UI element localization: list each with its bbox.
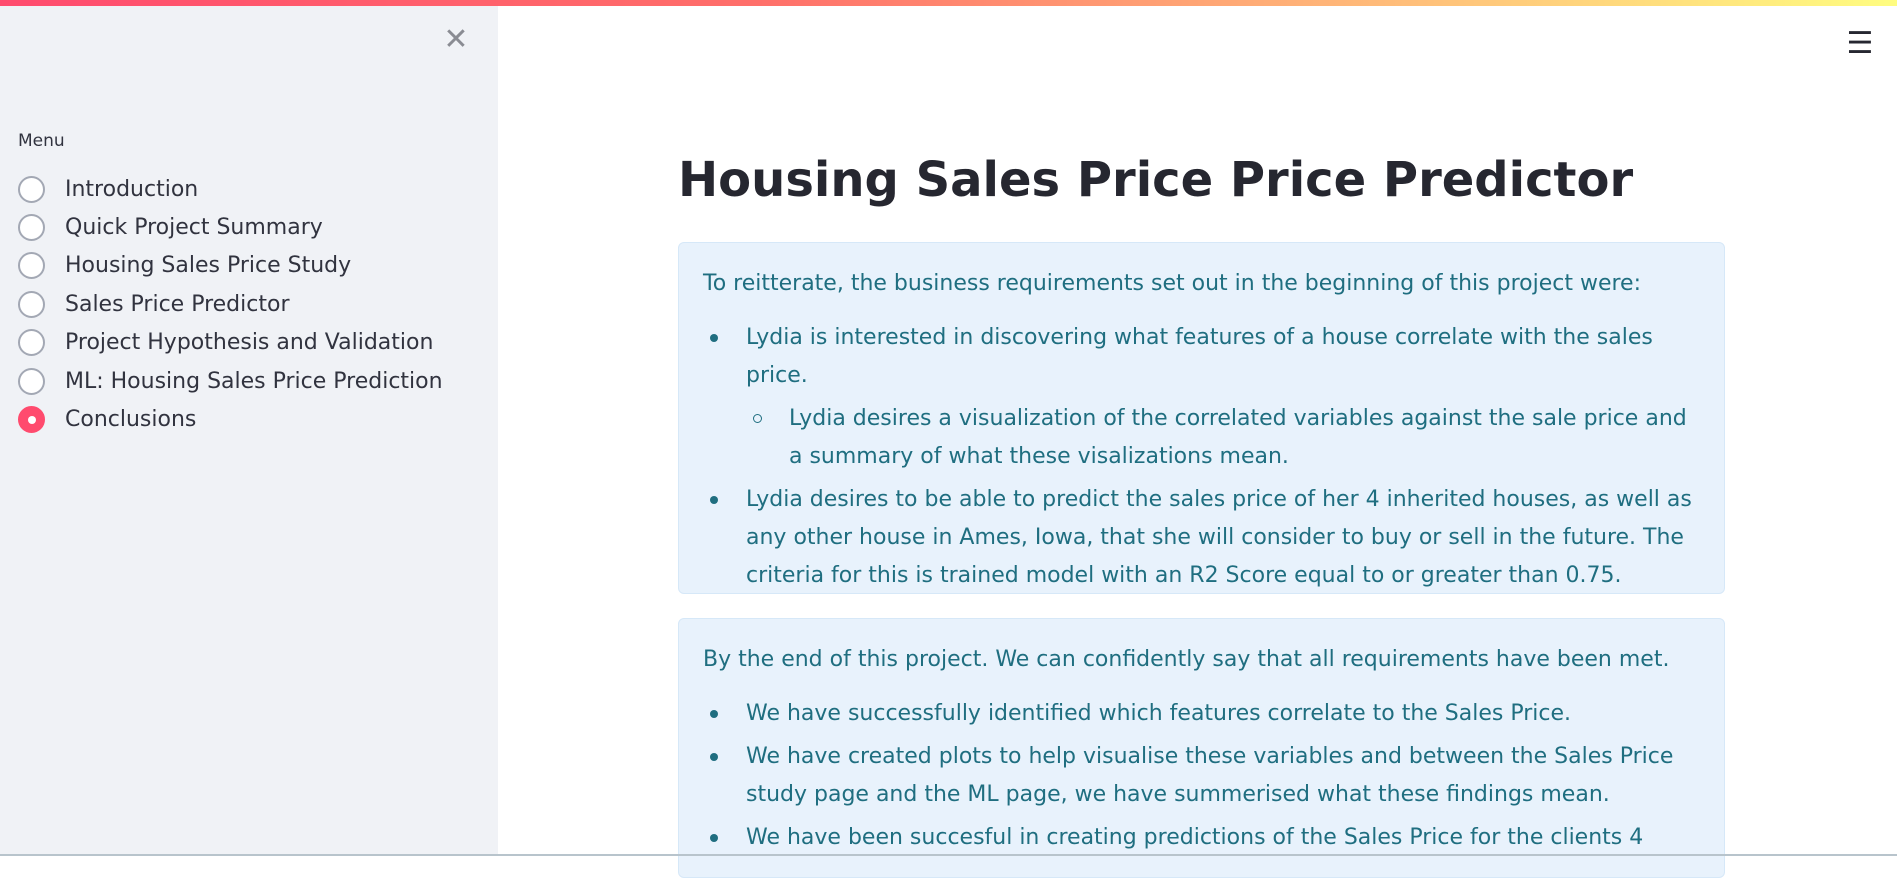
radio-label: Housing Sales Price Study xyxy=(65,253,352,279)
conclusions-list: We have successfully identified which fe… xyxy=(703,695,1700,857)
list-item: Lydia desires a visualization of the cor… xyxy=(753,400,1700,476)
list-item: We have successfully identified which fe… xyxy=(710,695,1700,733)
sidebar: ✕ Menu Introduction Quick Project Summar… xyxy=(0,0,498,856)
info-box-requirements: To reitterate, the business requirements… xyxy=(678,242,1725,594)
close-sidebar-button[interactable]: ✕ xyxy=(440,24,472,56)
list-item: Lydia desires to be able to predict the … xyxy=(710,481,1700,595)
list-item: We have been succesful in creating predi… xyxy=(710,819,1700,857)
radio-button[interactable] xyxy=(18,175,45,203)
radio-option-sales-price-predictor[interactable]: Sales Price Predictor xyxy=(18,285,443,323)
list-item: We have created plots to help visualise … xyxy=(710,738,1700,814)
radio-label: Project Hypothesis and Validation xyxy=(65,330,434,356)
radio-button[interactable] xyxy=(18,329,45,357)
radio-option-project-hypothesis[interactable]: Project Hypothesis and Validation xyxy=(18,324,443,362)
radio-option-introduction[interactable]: Introduction xyxy=(18,170,443,208)
requirements-intro: To reitterate, the business requirements… xyxy=(703,271,1641,296)
radio-label: Conclusions xyxy=(65,407,197,433)
conclusions-intro: By the end of this project. We can confi… xyxy=(703,647,1670,672)
radio-button[interactable] xyxy=(18,290,45,318)
conclusion-2-text: We have created plots to help visualise … xyxy=(746,744,1674,807)
hamburger-menu-icon: ☰ xyxy=(1846,26,1874,61)
radio-option-ml-housing-sales-price-prediction[interactable]: ML: Housing Sales Price Prediction xyxy=(18,362,443,400)
conclusion-1-text: We have successfully identified which fe… xyxy=(746,701,1571,726)
radio-button[interactable] xyxy=(18,252,45,280)
requirement-1a-text: Lydia desires a visualization of the cor… xyxy=(789,406,1687,469)
requirements-list: Lydia is interested in discovering what … xyxy=(703,319,1700,595)
requirement-2-text: Lydia desires to be able to predict the … xyxy=(746,487,1692,588)
radio-button[interactable] xyxy=(18,367,45,395)
conclusion-3-text: We have been succesful in creating predi… xyxy=(746,825,1644,850)
radio-label: Quick Project Summary xyxy=(65,215,323,241)
list-item: Lydia is interested in discovering what … xyxy=(710,319,1700,476)
radio-button[interactable] xyxy=(18,214,45,242)
radio-option-conclusions[interactable]: Conclusions xyxy=(18,400,443,438)
navigation-radio-group: Introduction Quick Project Summary Housi… xyxy=(18,170,443,439)
requirement-1-text: Lydia is interested in discovering what … xyxy=(746,325,1653,388)
radio-label: ML: Housing Sales Price Prediction xyxy=(65,368,443,394)
main-menu-button[interactable]: ☰ xyxy=(1846,29,1874,59)
radio-option-housing-sales-price-study[interactable]: Housing Sales Price Study xyxy=(18,247,443,285)
radio-option-quick-project-summary[interactable]: Quick Project Summary xyxy=(18,208,443,246)
top-decoration-bar xyxy=(0,0,1897,6)
page-title: Housing Sales Price Price Predictor xyxy=(678,152,1634,208)
requirement-1-sublist: Lydia desires a visualization of the cor… xyxy=(746,400,1700,476)
radio-label: Introduction xyxy=(65,176,199,202)
close-icon: ✕ xyxy=(443,22,469,57)
radio-label: Sales Price Predictor xyxy=(65,291,290,317)
radio-button-selected[interactable] xyxy=(18,406,45,434)
menu-label: Menu xyxy=(18,131,65,151)
info-box-conclusions: By the end of this project. We can confi… xyxy=(678,618,1725,878)
